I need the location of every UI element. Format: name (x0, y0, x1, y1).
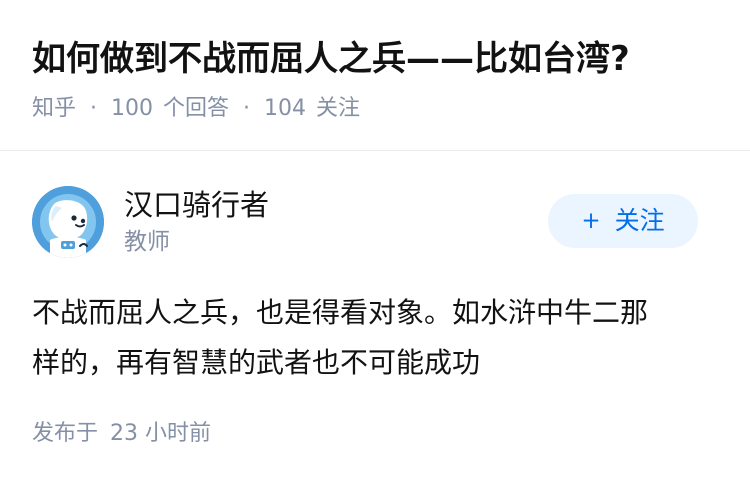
plus-icon: + (581, 208, 601, 234)
follow-button[interactable]: + 关注 (548, 194, 698, 248)
question-title[interactable]: 如何做到不战而屈人之兵——比如台湾? (32, 36, 630, 82)
follower-count-label: 关注 (316, 96, 361, 121)
publish-label: 发布于 (32, 421, 99, 446)
answer-content-line: 不战而屈人之兵，也是得看对象。如水浒中牛二那 (32, 296, 649, 329)
question-header: 如何做到不战而屈人之兵——比如台湾? 知乎 · 100 个回答 · 104 关注 (0, 0, 750, 150)
publish-time: 发布于 23 小时前 (32, 419, 211, 449)
answer-content[interactable]: 不战而屈人之兵，也是得看对象。如水浒中牛二那 样的，再有智慧的武者也不可能成功 (32, 288, 718, 388)
author-avatar[interactable] (32, 186, 104, 258)
publish-time-value: 23 小时前 (110, 421, 212, 446)
dog-astronaut-avatar-icon (32, 186, 104, 258)
author-name[interactable]: 汉口骑行者 (124, 187, 269, 223)
meta-separator: · (90, 96, 98, 121)
answer-count-label: 个回答 (163, 96, 230, 121)
author-headline: 教师 (124, 229, 170, 255)
answer-card: 汉口骑行者 教师 + 关注 不战而屈人之兵，也是得看对象。如水浒中牛二那 样的，再… (0, 151, 750, 486)
meta-separator: · (243, 96, 251, 121)
question-meta: 知乎 · 100 个回答 · 104 关注 (32, 94, 360, 124)
source-label: 知乎 (32, 96, 77, 121)
follow-button-label: 关注 (614, 206, 665, 235)
follower-count: 104 (264, 96, 307, 121)
answer-count: 100 (111, 96, 154, 121)
answer-content-line: 样的，再有智慧的武者也不可能成功 (32, 346, 481, 379)
